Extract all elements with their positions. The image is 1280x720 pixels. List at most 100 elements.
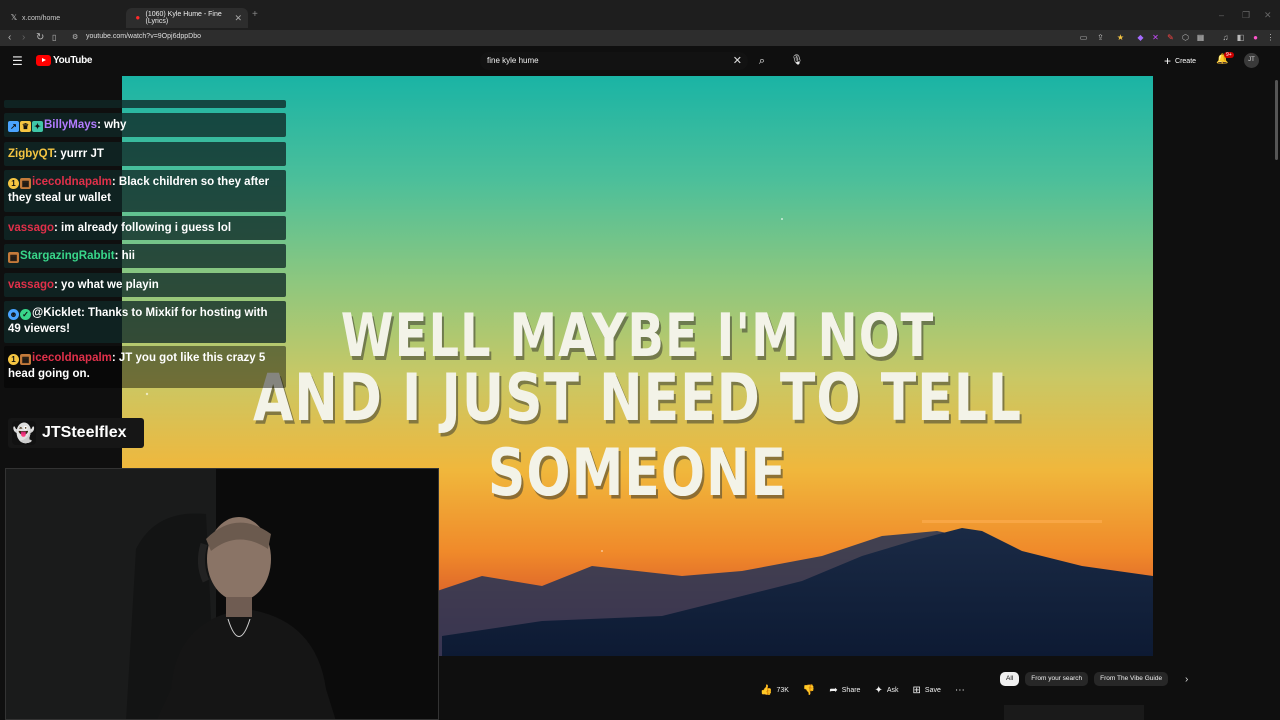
extensions-menu-icon[interactable]: ▦ bbox=[1196, 33, 1205, 42]
create-button[interactable]: + Create bbox=[1164, 54, 1196, 68]
chat-text: : hii bbox=[114, 250, 136, 262]
recommendation-chips: All From your search From The Vibe Guide bbox=[1000, 672, 1169, 686]
url-field[interactable]: youtube.com/watch?v=9Opj6dppDbo bbox=[86, 33, 201, 40]
badge-icon: ✓ bbox=[20, 309, 31, 320]
hamburger-menu-icon[interactable]: ☰ bbox=[12, 55, 23, 67]
clear-search-icon[interactable]: ✕ bbox=[733, 54, 742, 67]
like-count: 73K bbox=[776, 686, 789, 694]
webcam-overlay bbox=[5, 468, 439, 720]
chat-text: : yo what we playin bbox=[54, 279, 159, 291]
chat-text: : im already following i guess lol bbox=[54, 222, 232, 234]
chat-message: ☻ ✓ @Kicklet: Thanks to Mixkif for hosting… bbox=[4, 301, 286, 343]
badge-icon: ▦ bbox=[8, 252, 19, 263]
youtube-logo[interactable]: YouTube bbox=[36, 55, 93, 66]
more-actions-button[interactable]: ⋯ bbox=[955, 682, 965, 698]
close-window-icon[interactable]: ✕ bbox=[1264, 10, 1272, 21]
more-dots-icon: ⋯ bbox=[954, 684, 965, 696]
youtube-play-icon bbox=[36, 55, 51, 66]
chat-username: @Kicklet bbox=[32, 307, 81, 319]
snapchat-handle-overlay: 👻 JTSteelflex bbox=[8, 418, 144, 448]
tab-label: (1060) Kyle Hume - Fine (Lyrics) bbox=[145, 11, 222, 25]
search-input[interactable]: fine kyle hume ✕ bbox=[480, 52, 748, 70]
page-scrollbar[interactable] bbox=[1275, 80, 1278, 160]
bookmark-icon[interactable]: ▯ bbox=[52, 32, 56, 44]
microphone-icon[interactable]: 🎙 bbox=[788, 52, 806, 70]
sidebar-icon[interactable]: ◧ bbox=[1236, 33, 1245, 42]
chat-message: vassago: im already following i guess lo… bbox=[4, 216, 286, 240]
profile-icon[interactable]: ● bbox=[1251, 33, 1260, 42]
minimize-icon[interactable]: – bbox=[1219, 10, 1224, 20]
chat-message: 1 ▦ icecoldnapalm: JT you got like this cr… bbox=[4, 346, 286, 388]
badge-icon: ↗ bbox=[8, 121, 19, 132]
bot-icon: ☻ bbox=[8, 309, 19, 320]
chat-username: icecoldnapalm bbox=[32, 352, 112, 364]
snap-handle: JTSteelflex bbox=[42, 424, 127, 441]
youtube-header: ☰ YouTube fine kyle hume ✕ ⌕ 🎙 + Create … bbox=[0, 46, 1280, 76]
thumbs-down-icon: 👎 bbox=[802, 684, 816, 696]
address-bar-row: ‹ › ↻ ▯ ⚙ youtube.com/watch?v=9Opj6dppDb… bbox=[0, 30, 1280, 46]
extension-icon[interactable]: ✎ bbox=[1166, 33, 1175, 42]
extension-icon[interactable]: ★ bbox=[1116, 33, 1125, 42]
share-page-icon[interactable]: ⇪ bbox=[1096, 33, 1105, 42]
search-query: fine kyle hume bbox=[487, 56, 539, 65]
chat-text: : why bbox=[97, 119, 127, 131]
badge-icon: ✦ bbox=[32, 121, 43, 132]
tab-youtube[interactable]: ● (1060) Kyle Hume - Fine (Lyrics) ✕ bbox=[126, 8, 248, 28]
reload-icon[interactable]: ↻ bbox=[36, 32, 44, 44]
tab-label: x.com/home bbox=[22, 14, 61, 22]
search-icon[interactable]: ⌕ bbox=[752, 52, 772, 70]
chat-username: StargazingRabbit bbox=[20, 250, 115, 262]
video-actions-row: 👍 73K 👎 ➦ Share ✦ Ask ⊞ Save ⋯ bbox=[760, 680, 979, 700]
chat-username: vassago bbox=[8, 279, 55, 291]
dislike-button[interactable]: 👎 bbox=[803, 682, 815, 698]
badge-icon: ▦ bbox=[20, 178, 31, 189]
chat-username: icecoldnapalm bbox=[32, 176, 112, 188]
chip-from-the-vibe-guide[interactable]: From The Vibe Guide bbox=[1094, 672, 1169, 686]
chat-username: BillyMays bbox=[44, 119, 98, 131]
snapchat-ghost-icon: 👻 bbox=[12, 421, 36, 445]
chip-all[interactable]: All bbox=[1000, 672, 1020, 686]
youtube-icon: ● bbox=[135, 13, 141, 22]
ask-button[interactable]: ✦ Ask bbox=[874, 682, 898, 698]
badge-icon: 1 bbox=[8, 354, 19, 365]
chat-message: ▦ StargazingRabbit: hii bbox=[4, 244, 286, 268]
media-icon[interactable]: ♫ bbox=[1221, 33, 1230, 42]
save-playlist-icon: ⊞ bbox=[912, 684, 921, 696]
create-label: Create bbox=[1175, 57, 1197, 65]
extension-icon[interactable]: ✕ bbox=[1151, 33, 1160, 42]
badge-icon: ▦ bbox=[20, 354, 31, 365]
logo-text: YouTube bbox=[53, 55, 93, 66]
thumbs-up-icon: 👍 bbox=[760, 684, 773, 696]
badge-icon: 1 bbox=[8, 178, 19, 189]
avatar[interactable]: JT bbox=[1244, 53, 1259, 68]
extension-icon[interactable]: ⬡ bbox=[1181, 33, 1190, 42]
chat-message-partial bbox=[4, 100, 286, 108]
cast-icon[interactable]: ▭ bbox=[1079, 33, 1088, 42]
chevron-right-icon[interactable]: › bbox=[1185, 674, 1188, 685]
share-button[interactable]: ➦ Share bbox=[829, 682, 860, 698]
chat-message: 1 ▦ icecoldnapalm: Black children so they … bbox=[4, 170, 286, 212]
forward-icon[interactable]: › bbox=[22, 32, 25, 44]
browser-menu-icon[interactable]: ⋮ bbox=[1266, 33, 1275, 42]
restore-icon[interactable]: ❐ bbox=[1242, 10, 1250, 21]
close-tab-icon[interactable]: ✕ bbox=[234, 13, 242, 24]
chat-text: : yurrr JT bbox=[53, 148, 104, 160]
notification-badge: 9+ bbox=[1224, 52, 1234, 58]
plus-icon: + bbox=[1164, 54, 1172, 68]
extension-icon[interactable]: ◆ bbox=[1136, 33, 1145, 42]
streamer-webcam-image bbox=[6, 469, 438, 719]
back-icon[interactable]: ‹ bbox=[8, 32, 11, 44]
recommended-video-thumbnail[interactable] bbox=[1004, 705, 1144, 720]
chat-message: vassago: yo what we playin bbox=[4, 273, 286, 297]
save-label: Save bbox=[924, 686, 941, 694]
chat-username: vassago bbox=[8, 222, 55, 234]
chip-from-your-search[interactable]: From your search bbox=[1025, 672, 1089, 686]
new-tab-icon[interactable]: + bbox=[252, 9, 258, 20]
share-label: Share bbox=[841, 686, 861, 694]
browser-tab-bar: 𝕏 x.com/home ● (1060) Kyle Hume - Fine (… bbox=[0, 0, 1280, 30]
site-info-icon[interactable]: ⚙ bbox=[72, 32, 78, 44]
tab-x-home[interactable]: 𝕏 x.com/home bbox=[2, 8, 124, 28]
like-button[interactable]: 👍 73K bbox=[760, 682, 789, 698]
save-button[interactable]: ⊞ Save bbox=[913, 682, 941, 698]
chat-message: ZigbyQT: yurrr JT bbox=[4, 142, 286, 166]
